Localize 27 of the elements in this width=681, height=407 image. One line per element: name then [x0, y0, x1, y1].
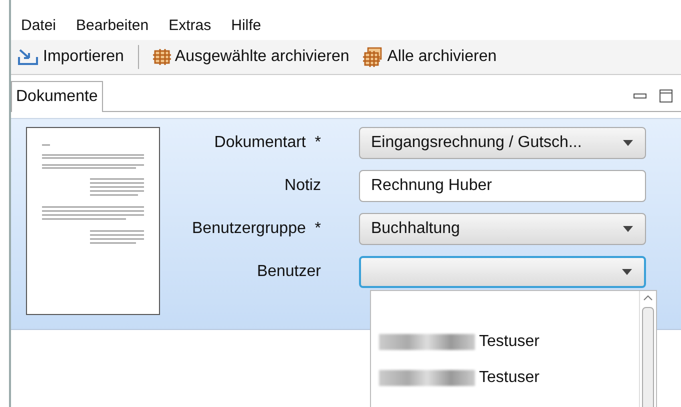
grid-stack-icon	[363, 47, 384, 67]
toolbar-button[interactable]: Importieren	[13, 46, 128, 68]
dropdown-field[interactable]: Eingangsrechnung / Gutsch...	[358, 127, 646, 159]
menu-item[interactable]: Hilfe	[231, 16, 262, 34]
tray-arrow-icon	[17, 48, 39, 66]
field-label: Benutzergruppe *	[192, 220, 321, 238]
field-label: Dokumentart *	[214, 134, 321, 152]
note-field[interactable]: Rechnung Huber	[358, 170, 646, 202]
maximize-icon[interactable]	[659, 89, 673, 103]
scrollbar[interactable]	[639, 291, 656, 407]
toolbar-button[interactable]: Alle archivieren	[359, 45, 501, 69]
tab[interactable]: Dokumente	[11, 81, 103, 112]
toolbar-button[interactable]: Ausgewählte archivieren	[148, 46, 354, 68]
caret-icon	[622, 269, 632, 275]
caret-icon	[622, 140, 633, 146]
dropdown-field[interactable]: Buchhaltung	[358, 213, 646, 245]
grid-icon	[152, 48, 171, 66]
minimize-icon[interactable]	[633, 91, 647, 101]
field-label: Notiz	[284, 177, 321, 195]
menu-item[interactable]: Extras	[168, 16, 212, 34]
list-item[interactable]: Testuser	[371, 331, 639, 353]
menu-item[interactable]: Bearbeiten	[76, 16, 149, 34]
dropdown-field[interactable]	[358, 256, 646, 288]
menu-item[interactable]: Datei	[21, 16, 56, 34]
caret-icon	[622, 226, 633, 232]
list-item[interactable]: Testuser	[371, 367, 639, 389]
field-label: Benutzer	[256, 263, 321, 281]
